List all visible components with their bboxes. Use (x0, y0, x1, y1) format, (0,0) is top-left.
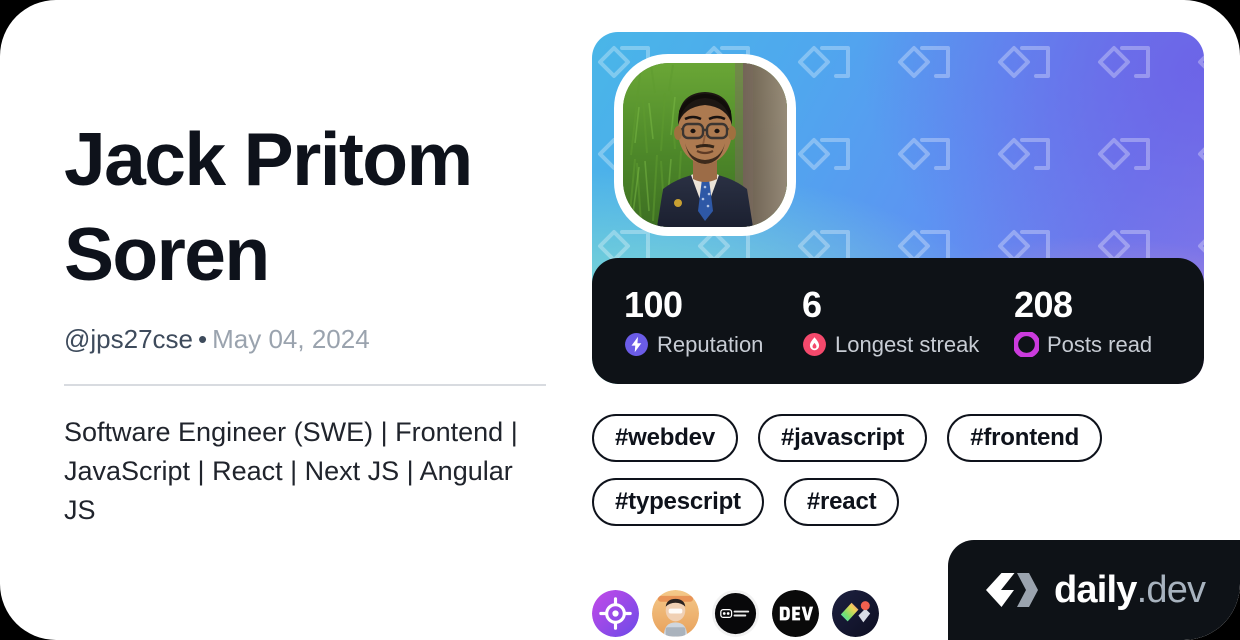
source-list (592, 590, 879, 637)
streak-flame-icon (803, 333, 826, 356)
brand-name: daily (1054, 569, 1137, 611)
meta-separator: • (198, 324, 208, 354)
avatar (623, 63, 787, 227)
daily-dev-badge: daily.dev (948, 540, 1240, 640)
stats-bar: 100 Reputation 6 Longest streak 208 Post… (592, 258, 1204, 384)
stat-label-row: Posts read (1014, 332, 1204, 358)
source-target-icon[interactable] (592, 590, 639, 637)
tag-chip[interactable]: #webdev (592, 414, 738, 462)
source-devto-icon[interactable] (772, 590, 819, 637)
section-divider (64, 384, 546, 386)
brand-wordmark: daily.dev (1054, 569, 1206, 611)
source-shapes-icon[interactable] (832, 590, 879, 637)
stat-label-row: Reputation (624, 332, 802, 358)
daily-dev-logo-icon (986, 573, 1038, 607)
tag-chip[interactable]: #javascript (757, 414, 928, 462)
stat-value: 100 (624, 283, 683, 325)
tag-chip[interactable]: #typescript (592, 478, 764, 526)
reputation-bolt-icon (625, 333, 648, 356)
tag-list: #webdev #javascript #frontend #typescrip… (592, 414, 1204, 526)
stat-value: 208 (1014, 283, 1073, 325)
brand-suffix: .dev (1136, 569, 1206, 611)
tag-chip[interactable]: #frontend (947, 414, 1103, 462)
stat-label: Posts read (1047, 331, 1153, 357)
profile-info-column: Jack Pritom Soren @jps27cse • May 04, 2024… (64, 112, 546, 530)
profile-card: Jack Pritom Soren @jps27cse • May 04, 2024… (0, 0, 1240, 640)
profile-bio: Software Engineer (SWE) | Frontend | Jav… (64, 417, 518, 525)
stat-reputation: 100 Reputation (624, 283, 802, 358)
stat-posts-read: 208 Posts read (1014, 283, 1204, 358)
tag-chip[interactable]: #react (783, 478, 900, 526)
profile-handle: @jps27cse (64, 324, 194, 354)
stat-label: Reputation (657, 331, 764, 357)
profile-visual-column: 100 Reputation 6 Longest streak 208 Post… (592, 32, 1204, 637)
avatar-frame (614, 54, 796, 236)
source-backend-dev-icon[interactable] (712, 590, 759, 637)
stat-value: 6 (802, 283, 822, 325)
posts-read-ring-icon (1014, 332, 1039, 357)
page-title: Jack Pritom Soren (64, 117, 473, 296)
stat-label-row: Longest streak (802, 332, 1014, 358)
joined-date: May 04, 2024 (212, 324, 370, 354)
cover-banner: 100 Reputation 6 Longest streak 208 Post… (592, 32, 1204, 384)
profile-meta: @jps27cse • May 04, 2024 (64, 322, 546, 356)
stat-label: Longest streak (835, 331, 980, 357)
source-avatar-icon[interactable] (652, 590, 699, 637)
stat-longest-streak: 6 Longest streak (802, 283, 1014, 358)
